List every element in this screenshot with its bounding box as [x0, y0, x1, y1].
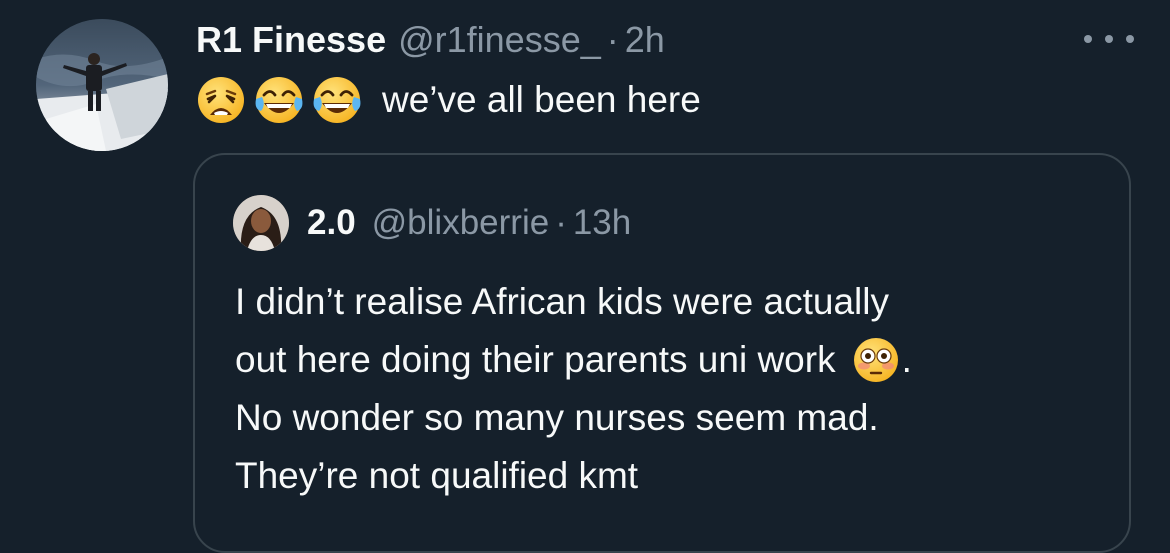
flushed-face-icon: [852, 336, 900, 384]
tweet[interactable]: R1 Finesse @r1finesse_ · 2h we’ve all be…: [0, 0, 1170, 553]
quoted-text-line: No wonder so many nurses seem mad.: [235, 397, 879, 438]
quoted-text-line: out here doing their parents uni work .: [235, 331, 1115, 389]
quoted-handle[interactable]: @blixberrie: [372, 203, 550, 243]
weary-face-icon: [196, 75, 246, 125]
tweet-header: R1 Finesse @r1finesse_ · 2h: [196, 17, 665, 63]
quoted-avatar-photo: [233, 195, 289, 251]
avatar[interactable]: [36, 19, 168, 151]
tears-of-joy-icon: [254, 75, 304, 125]
quoted-text-segment: out here doing their parents uni work: [235, 339, 836, 380]
tweet-text: we’ve all been here: [382, 79, 701, 120]
tweet-body: we’ve all been here: [196, 74, 701, 126]
quoted-text-line: I didn’t realise African kids were actua…: [235, 281, 889, 322]
quoted-text-line: They’re not qualified kmt: [235, 455, 639, 496]
separator-dot: ·: [606, 19, 619, 60]
quoted-text: I didn’t realise African kids were actua…: [235, 273, 1115, 505]
quoted-text-period: .: [901, 339, 912, 380]
avatar-photo: [36, 19, 168, 151]
quoted-display-name[interactable]: 2.0: [307, 203, 356, 243]
timestamp[interactable]: 2h: [625, 19, 665, 61]
quoted-header: 2.0 @blixberrie · 13h: [307, 201, 631, 245]
quoted-avatar[interactable]: [233, 195, 289, 251]
tears-of-joy-icon: [312, 75, 362, 125]
quoted-tweet[interactable]: 2.0 @blixberrie · 13h I didn’t realise A…: [193, 153, 1131, 553]
display-name[interactable]: R1 Finesse: [196, 19, 386, 61]
more-options-icon[interactable]: [1084, 26, 1134, 52]
quoted-timestamp[interactable]: 13h: [573, 203, 631, 243]
handle[interactable]: @r1finesse_: [398, 19, 601, 61]
quoted-separator-dot: ·: [555, 203, 567, 242]
